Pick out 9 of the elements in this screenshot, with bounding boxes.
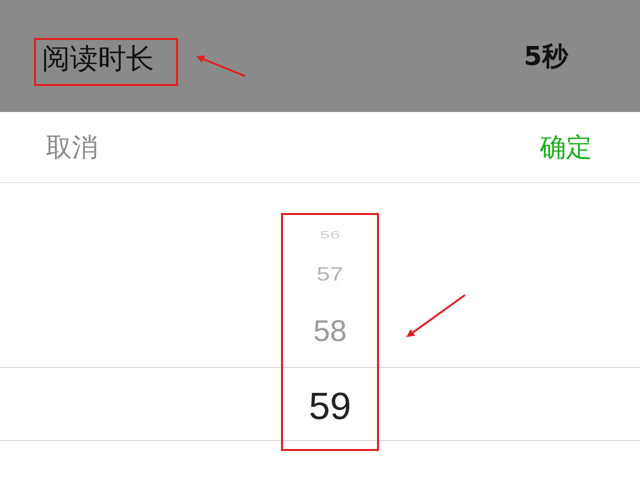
picker-item[interactable]: 58 bbox=[313, 307, 347, 357]
confirm-button[interactable]: 确定 bbox=[540, 130, 592, 164]
annotation-arrow bbox=[406, 294, 466, 338]
setting-value: 5秒 bbox=[524, 40, 568, 74]
picker-item[interactable]: 59 bbox=[308, 379, 352, 435]
cancel-button[interactable]: 取消 bbox=[46, 130, 98, 164]
annotation-arrow bbox=[196, 56, 246, 77]
picker-item[interactable]: 57 bbox=[316, 259, 344, 291]
setting-title: 阅读时长 bbox=[42, 44, 154, 74]
